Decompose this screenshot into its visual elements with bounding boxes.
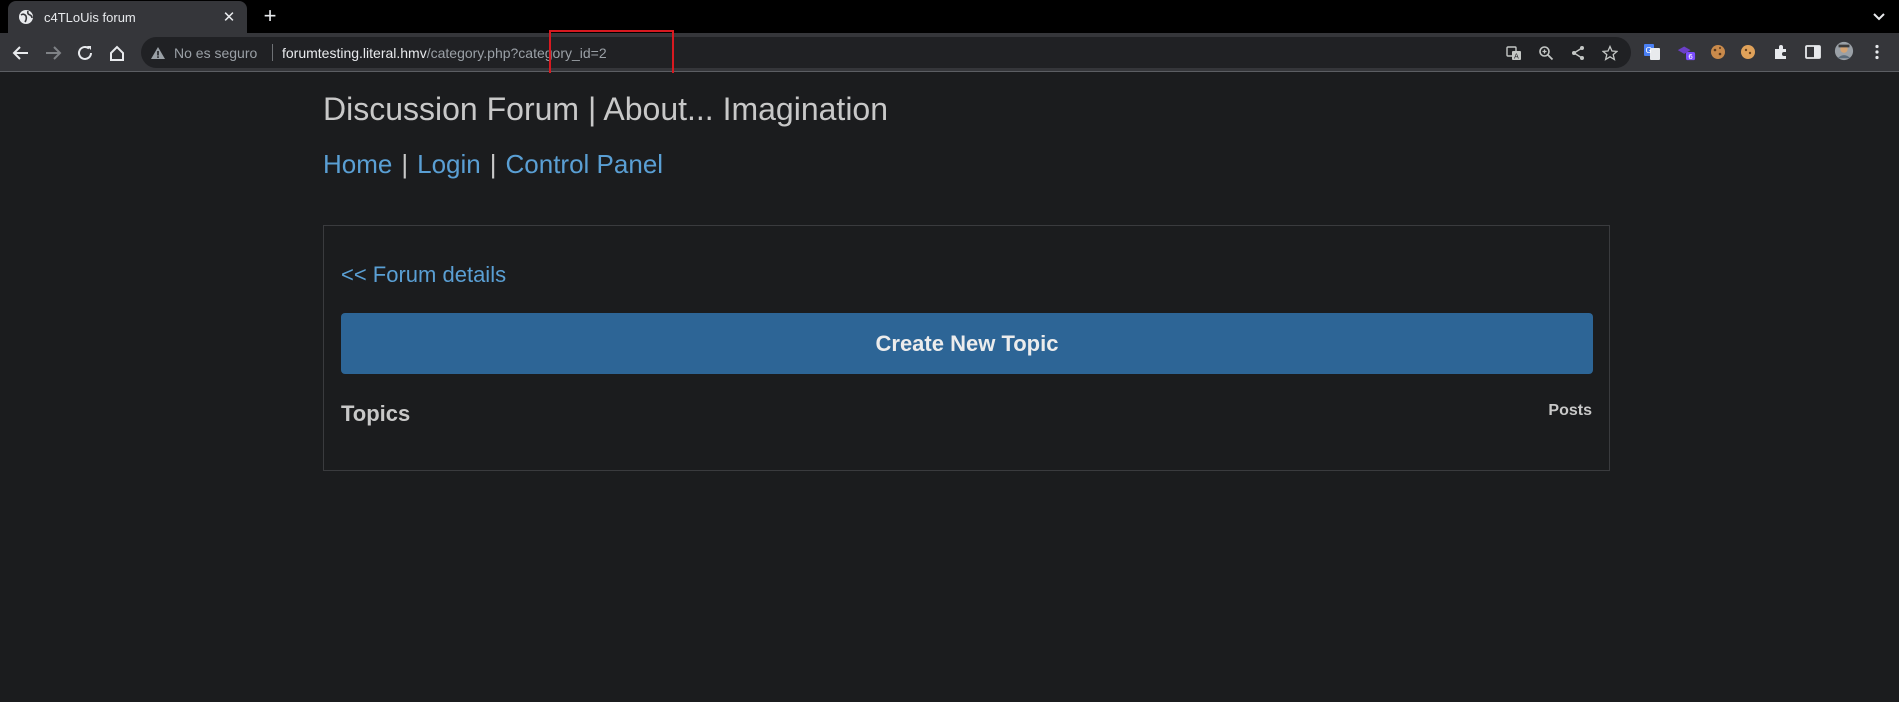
browser-menu-icon[interactable] bbox=[1867, 42, 1887, 62]
back-arrow-icon[interactable] bbox=[10, 42, 32, 64]
omnibox-divider bbox=[272, 44, 273, 61]
nav-separator: | bbox=[401, 149, 409, 179]
close-tab-icon[interactable]: ✕ bbox=[221, 8, 237, 26]
translate-extension-icon[interactable]: G bbox=[1642, 42, 1662, 62]
not-secure-label[interactable]: No es seguro bbox=[174, 45, 257, 61]
translate-icon[interactable]: A bbox=[1505, 44, 1523, 62]
extension-badge-count: 6 bbox=[1688, 52, 1693, 61]
nav-separator: | bbox=[489, 149, 497, 179]
browser-tab[interactable]: c4TLoUis forum ✕ bbox=[8, 1, 247, 33]
page-title: Discussion Forum | About... Imagination bbox=[323, 91, 889, 127]
address-bar[interactable]: No es seguro forumtesting.literal.hmv/ca… bbox=[141, 37, 1631, 68]
topics-header: Topics bbox=[341, 401, 411, 426]
extensions-puzzle-icon[interactable] bbox=[1771, 42, 1791, 62]
side-panel-icon[interactable] bbox=[1803, 42, 1823, 62]
svg-text:A: A bbox=[1514, 53, 1519, 61]
category-panel: << Forum details Create New Topic Topics… bbox=[323, 225, 1610, 471]
nav-home-link[interactable]: Home bbox=[323, 149, 392, 179]
tab-strip: c4TLoUis forum ✕ + bbox=[0, 0, 1899, 33]
svg-text:G: G bbox=[1646, 46, 1652, 55]
reload-icon[interactable] bbox=[74, 42, 96, 64]
share-icon[interactable] bbox=[1569, 44, 1587, 62]
zoom-icon[interactable] bbox=[1537, 44, 1555, 62]
create-new-topic-button[interactable]: Create New Topic bbox=[341, 313, 1593, 374]
url-host: forumtesting.literal.hmv bbox=[282, 45, 427, 61]
cookie-icon[interactable] bbox=[1708, 42, 1728, 62]
forward-arrow-icon[interactable] bbox=[42, 42, 64, 64]
new-tab-button[interactable]: + bbox=[258, 4, 282, 28]
extension-badge-icon[interactable]: 6 bbox=[1676, 42, 1696, 62]
tab-title: c4TLoUis forum bbox=[44, 9, 136, 25]
top-nav: Home | Login | Control Panel bbox=[323, 149, 663, 180]
page-content: Discussion Forum | About... Imagination … bbox=[0, 73, 1899, 702]
home-icon[interactable] bbox=[106, 42, 128, 64]
nav-control-panel-link[interactable]: Control Panel bbox=[506, 149, 664, 179]
posts-header: Posts bbox=[1548, 402, 1592, 419]
cookie-editor-icon[interactable] bbox=[1738, 42, 1758, 62]
tab-search-chevron-icon[interactable] bbox=[1871, 8, 1887, 24]
globe-icon bbox=[18, 9, 34, 25]
profile-avatar-icon[interactable] bbox=[1834, 41, 1854, 61]
bookmark-star-icon[interactable] bbox=[1601, 44, 1619, 62]
nav-login-link[interactable]: Login bbox=[417, 149, 481, 179]
forum-details-link[interactable]: << Forum details bbox=[341, 262, 506, 288]
browser-toolbar: No es seguro forumtesting.literal.hmv/ca… bbox=[0, 33, 1899, 72]
warning-icon[interactable] bbox=[150, 45, 166, 61]
